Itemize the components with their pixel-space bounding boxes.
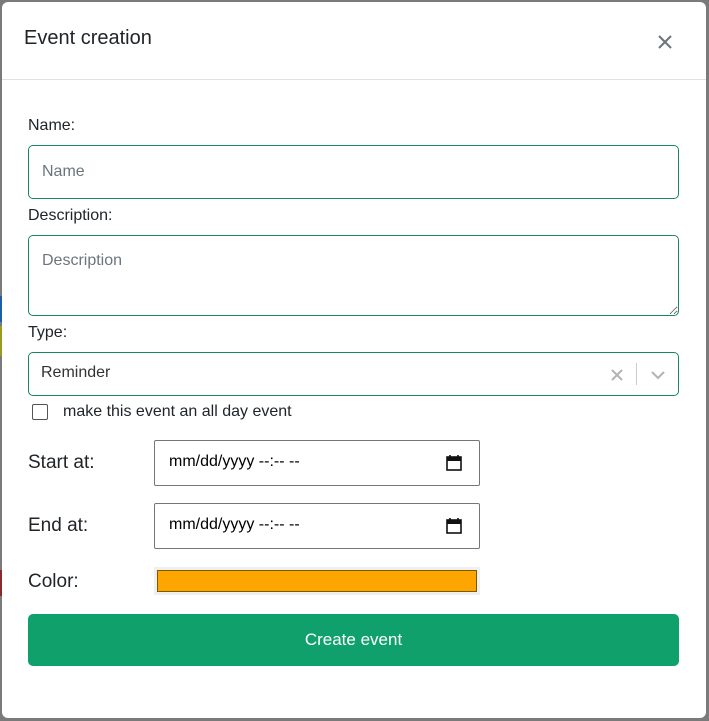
- description-textarea[interactable]: [28, 235, 679, 316]
- start-calendar-button[interactable]: [445, 454, 463, 472]
- close-icon: [658, 35, 672, 49]
- end-calendar-button[interactable]: [445, 517, 463, 535]
- end-datetime-input[interactable]: mm/dd/yyyy --:-- --: [154, 503, 480, 549]
- end-datetime-value: mm/dd/yyyy --:-- --: [169, 516, 300, 533]
- type-clear-button[interactable]: [607, 365, 627, 385]
- type-selected-value: Reminder: [41, 364, 111, 381]
- description-label: Description:: [28, 207, 113, 224]
- type-select[interactable]: Reminder: [28, 352, 679, 396]
- color-picker[interactable]: [154, 567, 480, 595]
- name-input[interactable]: [28, 145, 679, 199]
- end-label: End at:: [28, 515, 89, 536]
- all-day-label: make this event an all day event: [63, 403, 292, 420]
- color-swatch: [157, 570, 477, 592]
- type-dropdown-toggle[interactable]: [648, 365, 668, 385]
- modal-title: Event creation: [24, 27, 152, 49]
- select-separator: [636, 363, 637, 385]
- all-day-checkbox[interactable]: [32, 404, 48, 420]
- modal-header: Event creation: [2, 2, 706, 80]
- calendar-icon: [446, 518, 462, 534]
- close-button[interactable]: [652, 29, 678, 55]
- start-datetime-input[interactable]: mm/dd/yyyy --:-- --: [154, 440, 480, 486]
- event-creation-modal: Event creation Name: Description: Type: …: [2, 2, 706, 718]
- calendar-icon: [446, 455, 462, 471]
- name-label: Name:: [28, 117, 76, 134]
- clear-icon: [611, 369, 623, 381]
- create-event-button[interactable]: Create event: [28, 614, 679, 666]
- chevron-down-icon: [651, 371, 665, 380]
- start-label: Start at:: [28, 452, 95, 473]
- start-datetime-value: mm/dd/yyyy --:-- --: [169, 453, 300, 470]
- color-label: Color:: [28, 571, 79, 592]
- type-label: Type:: [28, 324, 68, 341]
